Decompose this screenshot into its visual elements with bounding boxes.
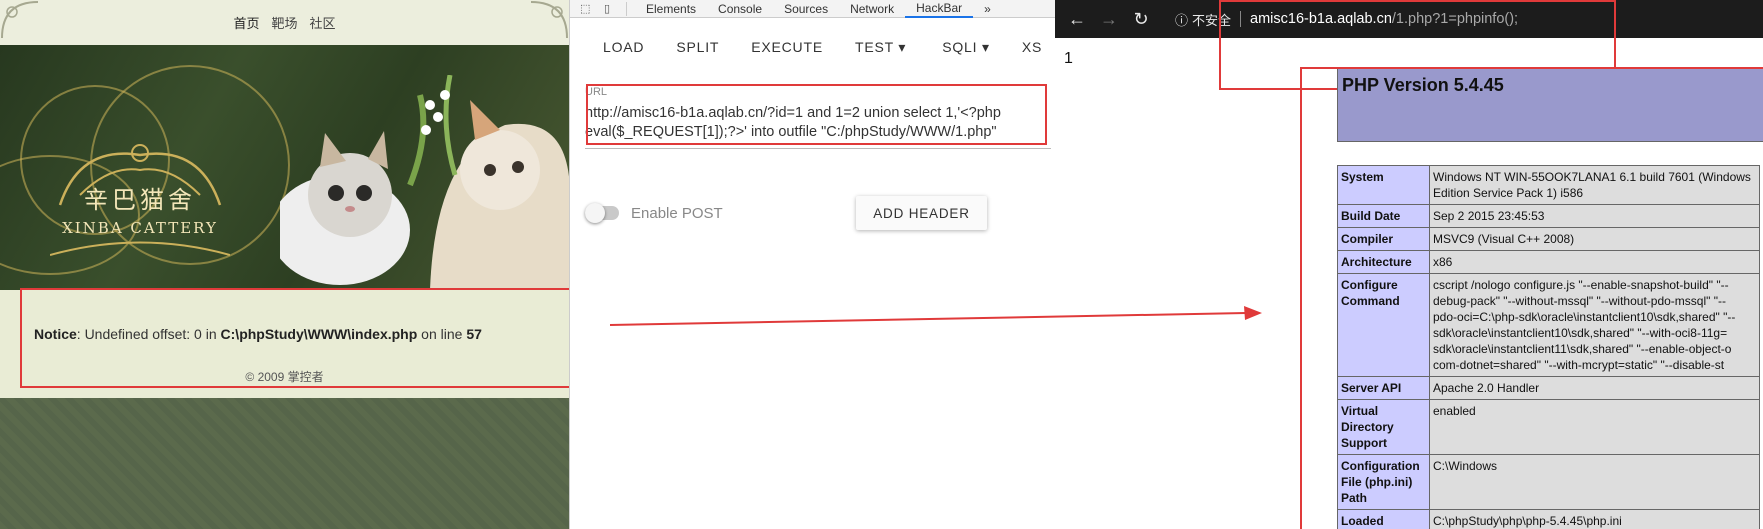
tab-sources[interactable]: Sources (773, 0, 839, 18)
nav-range-link[interactable]: 靶场 (271, 13, 297, 32)
phpinfo-highlight-box (1300, 67, 1763, 529)
tab-separator (626, 1, 627, 16)
site-banner: 辛巴猫舍 XINBA CATTERY (0, 45, 569, 290)
tab-network[interactable]: Network (839, 0, 905, 18)
more-tabs-icon[interactable]: » (973, 0, 1002, 18)
xss-menu[interactable]: XS (1006, 39, 1055, 55)
tab-console[interactable]: Console (707, 0, 773, 18)
back-arrow-icon[interactable]: ← (1061, 9, 1093, 30)
device-toolbar-icon[interactable]: ▯ (604, 2, 618, 16)
tab-hackbar[interactable]: HackBar (905, 0, 974, 18)
split-button[interactable]: SPLIT (660, 39, 735, 55)
logo-chinese-text: 辛巴猫舍 (84, 186, 196, 214)
tab-elements[interactable]: Elements (635, 0, 707, 18)
devtools-tab-bar: ⬚ ▯ Elements Console Sources Network Hac… (570, 0, 1055, 18)
notice-highlight-box (20, 288, 569, 388)
enable-post-label: Enable POST (631, 205, 723, 222)
nav-community-link[interactable]: 社区 (310, 13, 336, 32)
page-output-text: 1 (1064, 50, 1073, 67)
website-panel: 首页 靶场 社区 辛巴猫舍 XINBA CATTERY Notice: Unde… (0, 0, 569, 529)
corner-ornament-icon (1, 1, 39, 39)
inspect-element-icon[interactable]: ⬚ (580, 2, 594, 16)
hackbar-menu: LOAD SPLIT EXECUTE TEST ▾ SQLI ▾ XS (570, 30, 1055, 64)
nav-home-link[interactable]: 首页 (233, 13, 259, 32)
sqli-menu[interactable]: SQLI ▾ (926, 39, 1006, 56)
add-header-button[interactable]: ADD HEADER (856, 196, 987, 230)
cats-illustration-icon (280, 75, 569, 290)
reload-icon[interactable]: ↻ (1125, 9, 1157, 30)
cattery-logo: 辛巴猫舍 XINBA CATTERY (30, 135, 250, 265)
info-icon[interactable]: ⓘ (1175, 10, 1188, 29)
execute-button[interactable]: EXECUTE (735, 39, 839, 55)
url-field-underline (585, 148, 1051, 149)
url-highlight-box (586, 84, 1047, 145)
test-menu[interactable]: TEST ▾ (839, 39, 922, 56)
site-background-pattern (0, 398, 569, 529)
logo-english-text: XINBA CATTERY (62, 219, 218, 237)
site-nav: 首页 靶场 社区 (0, 0, 569, 45)
load-button[interactable]: LOAD (570, 39, 660, 55)
devtools-panel: ⬚ ▯ Elements Console Sources Network Hac… (569, 0, 1055, 529)
corner-ornament-icon (530, 1, 568, 39)
forward-arrow-icon[interactable]: → (1093, 9, 1125, 30)
enable-post-toggle-knob[interactable] (585, 203, 605, 223)
